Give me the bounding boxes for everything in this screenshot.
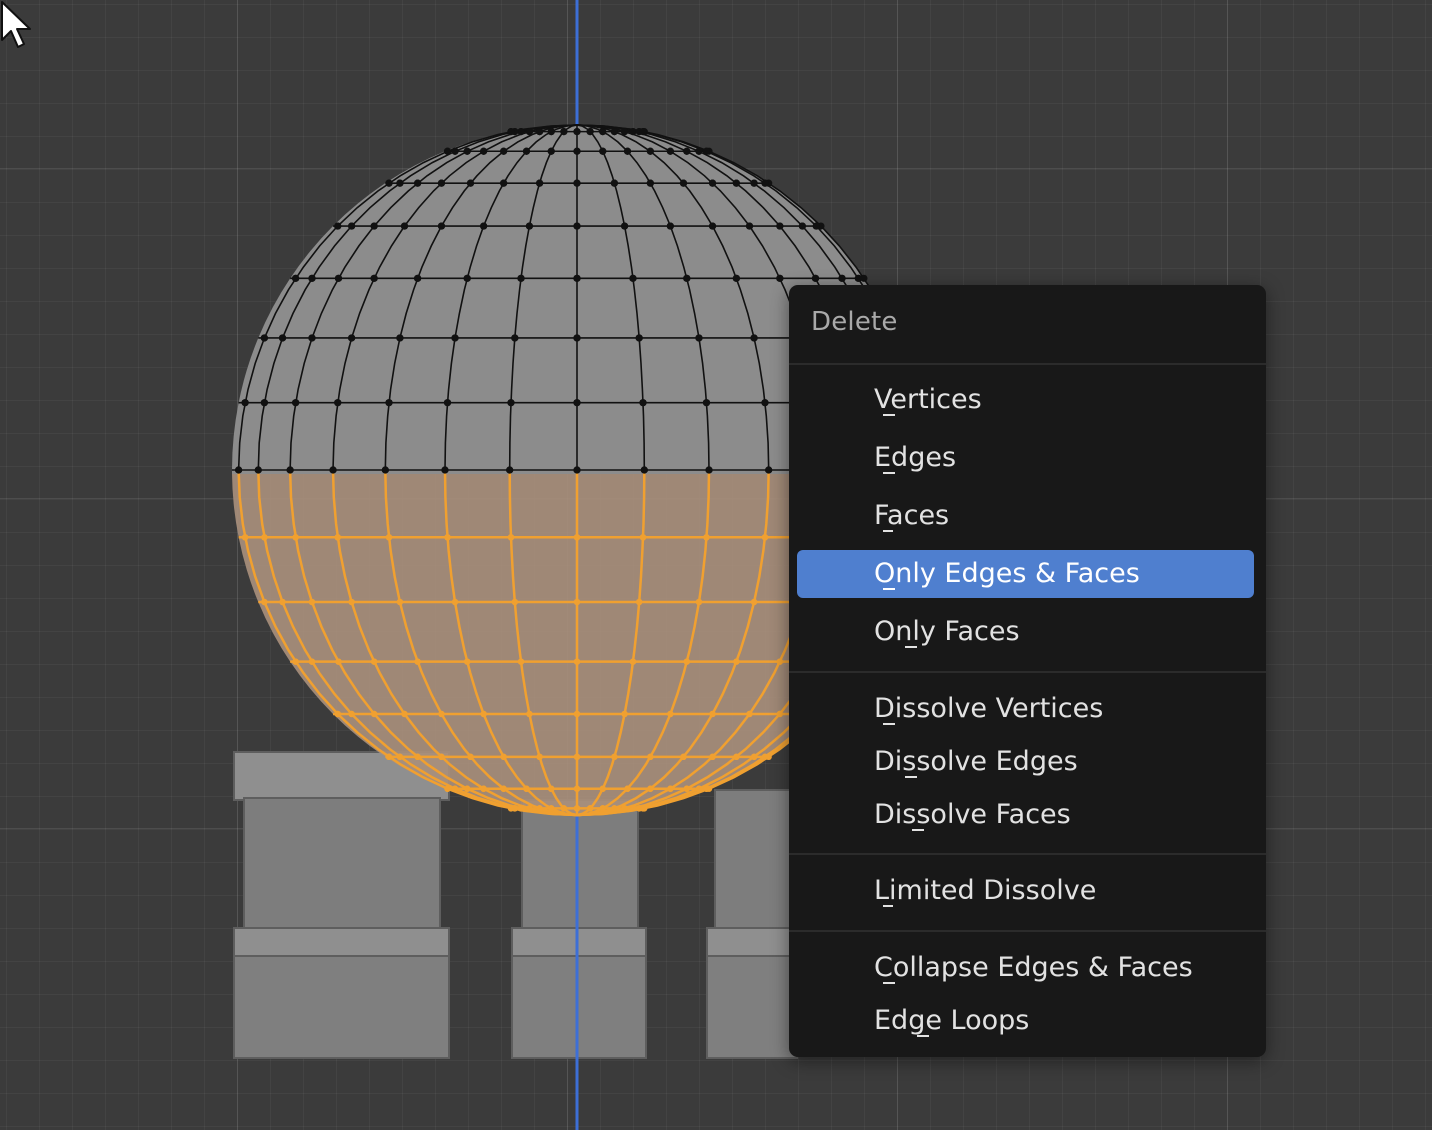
menu-item-edges[interactable]: Edges (797, 434, 1254, 482)
menu-item-label: Only Edges & Faces (874, 558, 1140, 589)
menu-item-label: Edges (874, 442, 957, 473)
menu-item-faces[interactable]: Faces (797, 492, 1254, 540)
mouse-pointer-icon (1, 1, 31, 48)
menu-item-edge-loops[interactable]: Edge Loops (797, 997, 1254, 1045)
menu-item-label: Dissolve Vertices (874, 693, 1104, 724)
menu-item-only-faces[interactable]: Only Faces (797, 608, 1254, 656)
menu-item-label: Collapse Edges & Faces (874, 952, 1193, 983)
menu-item-label: Dissolve Edges (874, 746, 1078, 777)
menu-item-only-edges-faces[interactable]: Only Edges & Faces (797, 550, 1254, 598)
menu-item-label: Limited Dissolve (874, 875, 1097, 906)
menu-item-limited-dissolve[interactable]: Limited Dissolve (797, 867, 1254, 915)
menu-separator (789, 853, 1266, 855)
menu-item-vertices[interactable]: Vertices (797, 376, 1254, 424)
menu-item-dissolve-vertices[interactable]: Dissolve Vertices (797, 685, 1254, 733)
menu-item-label: Only Faces (874, 616, 1020, 647)
menu-separator (789, 671, 1266, 673)
delete-context-menu: Delete Vertices Edges Faces Only Edges &… (789, 285, 1266, 1057)
menu-item-label: Vertices (874, 384, 982, 415)
menu-item-dissolve-edges[interactable]: Dissolve Edges (797, 738, 1254, 786)
menu-separator (789, 930, 1266, 932)
menu-item-dissolve-faces[interactable]: Dissolve Faces (797, 791, 1254, 839)
menu-item-label: Faces (874, 500, 950, 531)
menu-separator (789, 363, 1266, 365)
menu-item-label: Edge Loops (874, 1005, 1030, 1036)
menu-item-label: Dissolve Faces (874, 799, 1071, 830)
3d-viewport[interactable]: Delete Vertices Edges Faces Only Edges &… (0, 0, 1432, 1130)
menu-title: Delete (811, 307, 898, 337)
menu-item-collapse-edges-faces[interactable]: Collapse Edges & Faces (797, 944, 1254, 992)
